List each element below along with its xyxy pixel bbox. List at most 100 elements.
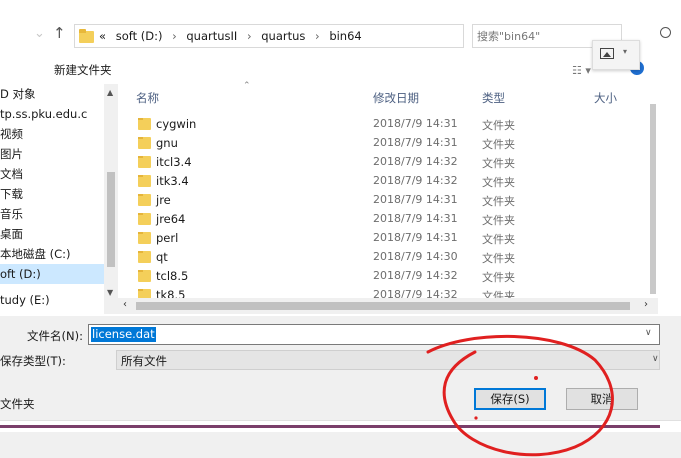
folder-icon <box>138 251 151 263</box>
file-date: 2018/7/9 14:32 <box>373 269 458 282</box>
savetype-select[interactable]: 所有文件 ∨ <box>116 350 660 370</box>
file-row[interactable]: jre 2018/7/9 14:31 文件夹 <box>118 190 648 210</box>
nav-item-drive-d[interactable]: oft (D:) <box>0 264 104 284</box>
file-name: itk3.4 <box>156 174 189 188</box>
filename-field[interactable]: license.dat ∨ <box>88 324 660 345</box>
folder-icon <box>138 232 151 244</box>
file-date: 2018/7/9 14:30 <box>373 250 458 263</box>
file-row[interactable]: itcl3.4 2018/7/9 14:32 文件夹 <box>118 152 648 172</box>
file-row[interactable]: tcl8.5 2018/7/9 14:32 文件夹 <box>118 266 648 286</box>
address-bar[interactable]: « soft (D:) › quartusII › quartus › bin6… <box>74 24 522 48</box>
folder-icon <box>79 29 94 43</box>
scroll-thumb[interactable] <box>136 302 630 310</box>
file-type: 文件夹 <box>482 138 515 151</box>
file-list: cygwin 2018/7/9 14:31 文件夹 gnu 2018/7/9 1… <box>118 114 648 300</box>
save-form: 文件名(N): license.dat ∨ 保存类型(T): 所有文件 ∨ 文件… <box>0 316 681 458</box>
column-date[interactable]: 修改日期 <box>373 90 419 106</box>
file-row[interactable]: perl 2018/7/9 14:31 文件夹 <box>118 228 648 248</box>
save-button[interactable]: 保存(S) <box>474 388 546 410</box>
breadcrumb: « soft (D:) › quartusII › quartus › bin6… <box>99 29 368 43</box>
file-type: 文件夹 <box>482 157 515 170</box>
folder-icon <box>138 194 151 206</box>
breadcrumb-separator[interactable]: › <box>247 29 252 43</box>
file-row[interactable]: cygwin 2018/7/9 14:31 文件夹 <box>118 114 648 134</box>
file-row[interactable]: qt 2018/7/9 14:30 文件夹 <box>118 247 648 267</box>
file-list-header: ⌃ 名称 修改日期 类型 大小 <box>118 81 658 108</box>
taskbar-edge <box>0 425 660 428</box>
nav-item-ftp[interactable]: tp.ss.pku.edu.c <box>0 104 87 124</box>
nav-item-music[interactable]: 音乐 <box>0 204 23 224</box>
file-name: itcl3.4 <box>156 155 192 169</box>
breadcrumb-overflow[interactable]: « <box>99 29 106 43</box>
nav-item-drive-c[interactable]: 本地磁盘 (C:) <box>0 244 71 264</box>
file-row[interactable]: gnu 2018/7/9 14:31 文件夹 <box>118 133 648 153</box>
new-folder-button[interactable]: 新建文件夹 <box>54 62 112 78</box>
nav-item-drive-e[interactable]: tudy (E:) <box>0 290 50 310</box>
file-type: 文件夹 <box>482 195 515 208</box>
nav-scrollbar[interactable]: ▲ ▼ <box>104 84 118 314</box>
nav-item-pictures[interactable]: 图片 <box>0 144 23 164</box>
file-name: tcl8.5 <box>156 269 189 283</box>
chevron-down-icon: ▾ <box>623 47 628 56</box>
column-name[interactable]: 名称 <box>136 90 159 106</box>
nav-item-videos[interactable]: 视频 <box>0 124 23 144</box>
nav-item-downloads[interactable]: 下载 <box>0 184 23 204</box>
chevron-down-icon[interactable]: ∨ <box>652 354 659 364</box>
file-type: 文件夹 <box>482 271 515 284</box>
column-type[interactable]: 类型 <box>482 90 505 106</box>
file-name: qt <box>156 250 168 264</box>
scroll-down-icon[interactable]: ▼ <box>107 288 113 297</box>
scroll-left-icon[interactable]: ‹ <box>123 299 127 310</box>
hide-folders-toggle[interactable]: 文件夹 <box>0 396 35 412</box>
filename-label: 文件名(N): <box>27 329 83 343</box>
file-date: 2018/7/9 14:31 <box>373 136 458 149</box>
breadcrumb-item[interactable]: quartus <box>261 29 305 43</box>
file-type: 文件夹 <box>482 233 515 246</box>
address-row: ⌄ ↑ « soft (D:) › quartusII › quartus › … <box>0 0 681 48</box>
file-date: 2018/7/9 14:32 <box>373 174 458 187</box>
scroll-right-icon[interactable]: › <box>644 299 648 310</box>
picture-icon <box>600 48 614 59</box>
breadcrumb-item[interactable]: quartusII <box>186 29 237 43</box>
file-name: cygwin <box>156 117 197 131</box>
file-row[interactable]: itk3.4 2018/7/9 14:32 文件夹 <box>118 171 648 191</box>
scroll-up-icon[interactable]: ▲ <box>107 88 113 97</box>
file-row[interactable]: jre64 2018/7/9 14:31 文件夹 <box>118 209 648 229</box>
scroll-thumb[interactable] <box>650 104 656 294</box>
breadcrumb-separator[interactable]: › <box>315 29 320 43</box>
preview-pane-button[interactable]: ▾ <box>592 40 640 70</box>
breadcrumb-item[interactable]: soft (D:) <box>116 29 163 43</box>
file-type: 文件夹 <box>482 214 515 227</box>
file-date: 2018/7/9 14:32 <box>373 155 458 168</box>
toolbar: 新建文件夹 ☷ ▾ ? <box>0 52 681 82</box>
file-name: perl <box>156 231 179 245</box>
search-icon[interactable] <box>660 27 671 38</box>
nav-item-desktop[interactable]: 桌面 <box>0 224 23 244</box>
file-type: 文件夹 <box>482 252 515 265</box>
file-type: 文件夹 <box>482 119 515 132</box>
navigation-pane: D 对象 tp.ss.pku.edu.c 视频 图片 文档 下载 音乐 桌面 本… <box>0 84 104 314</box>
breadcrumb-separator[interactable]: › <box>172 29 177 43</box>
savetype-value: 所有文件 <box>121 354 167 368</box>
chevron-down-icon[interactable]: ∨ <box>645 328 652 338</box>
scroll-thumb[interactable] <box>107 172 115 267</box>
cancel-button[interactable]: 取消 <box>566 388 638 410</box>
folder-icon <box>138 118 151 130</box>
view-options-icon[interactable]: ☷ ▾ <box>572 64 591 77</box>
nav-item-3d-objects[interactable]: D 对象 <box>0 84 36 104</box>
nav-item-documents[interactable]: 文档 <box>0 164 23 184</box>
search-input[interactable] <box>477 26 597 46</box>
file-date: 2018/7/9 14:31 <box>373 117 458 130</box>
back-chevron-icon[interactable]: ⌄ <box>34 26 45 41</box>
horizontal-scrollbar[interactable]: ‹ › <box>118 298 658 314</box>
column-size[interactable]: 大小 <box>594 90 617 106</box>
filename-value[interactable]: license.dat <box>91 327 156 342</box>
up-arrow-icon[interactable]: ↑ <box>53 24 66 42</box>
file-date: 2018/7/9 14:31 <box>373 231 458 244</box>
folder-icon <box>138 137 151 149</box>
file-name: jre <box>156 193 171 207</box>
breadcrumb-item[interactable]: bin64 <box>329 29 361 43</box>
folder-icon <box>138 270 151 282</box>
file-list-scrollbar[interactable] <box>648 84 658 298</box>
sort-caret-icon: ⌃ <box>243 81 251 91</box>
